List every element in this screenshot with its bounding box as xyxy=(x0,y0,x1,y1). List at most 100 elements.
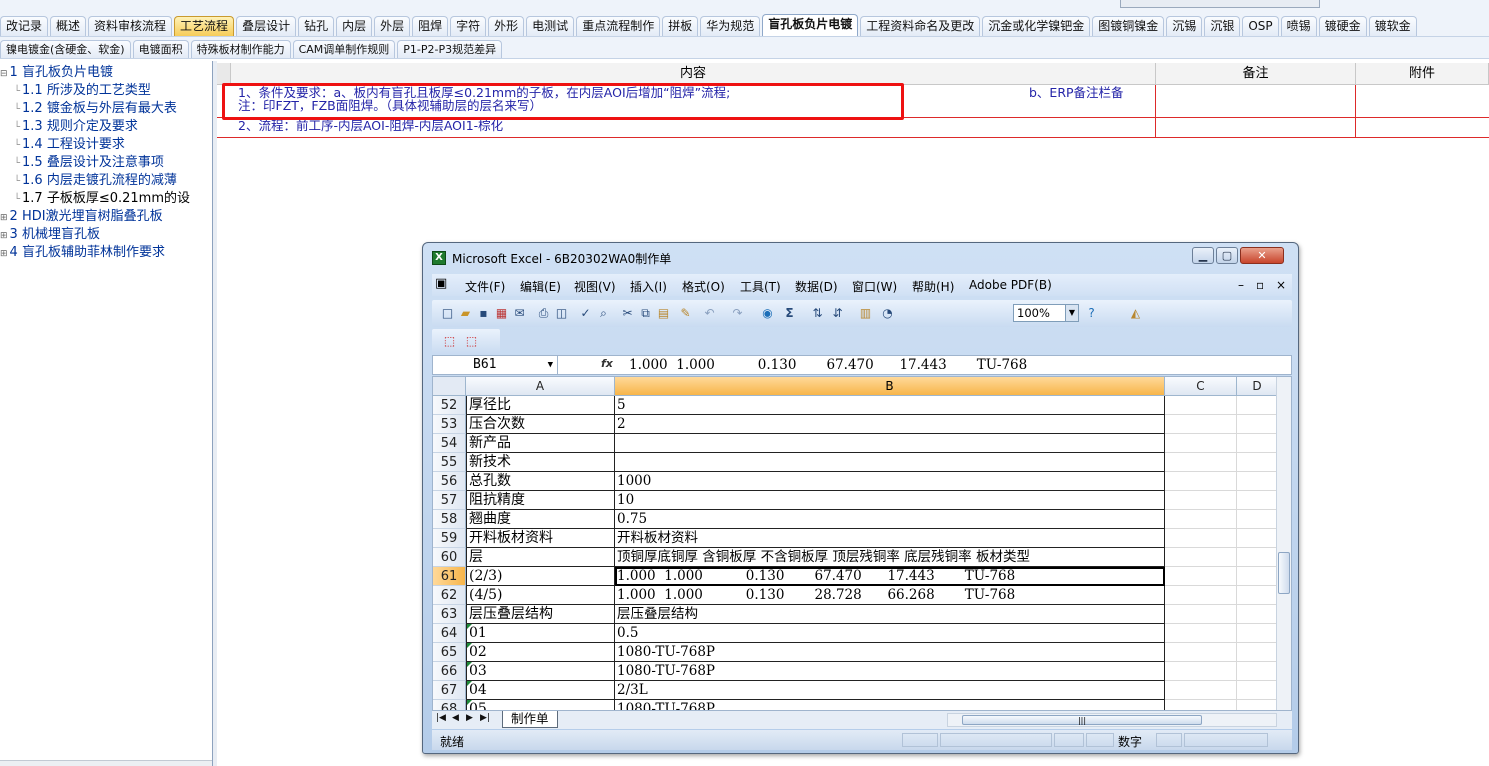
cell-a[interactable]: 03 xyxy=(466,662,615,681)
tree-subitem[interactable]: └ 1.2 镀金板与外层有最大表 xyxy=(14,100,177,118)
fx-icon[interactable]: fx xyxy=(601,357,613,370)
row-header[interactable]: 61 xyxy=(433,567,466,586)
grid-cell-remark[interactable] xyxy=(1156,118,1356,137)
email-icon[interactable]: ✉ xyxy=(512,306,527,321)
cell-b[interactable] xyxy=(615,434,1165,453)
tree-item[interactable]: ⊞ 3 机械埋盲孔板 xyxy=(0,226,100,244)
cell-a[interactable]: 阻抗精度 xyxy=(466,491,615,510)
doc-restore-icon[interactable]: ▫ xyxy=(1256,278,1264,292)
cell-d[interactable] xyxy=(1237,510,1278,529)
copy-icon[interactable]: ⧉ xyxy=(638,306,653,321)
cell-d[interactable] xyxy=(1237,415,1278,434)
cell-b[interactable]: 1080-TU-768P xyxy=(615,700,1165,710)
cell-a[interactable]: 05 xyxy=(466,700,615,710)
category-tab[interactable]: 沉锡 xyxy=(1166,16,1203,36)
category-tab[interactable]: 沉金或化学镍钯金 xyxy=(982,16,1091,36)
tree-subitem[interactable]: └ 1.6 内层走镀孔流程的减薄 xyxy=(14,172,177,190)
grid-row[interactable]: 2、流程：前工序-内层AOI-阻焊-内层AOI1-棕化 xyxy=(217,118,1489,138)
cell-c[interactable] xyxy=(1165,434,1237,453)
category-tab[interactable]: 钻孔 xyxy=(298,16,335,36)
cell-d[interactable] xyxy=(1237,529,1278,548)
category-tab[interactable]: 盲孔板负片电镀 xyxy=(762,14,859,36)
row-header[interactable]: 59 xyxy=(433,529,466,548)
scroll-thumb[interactable] xyxy=(1278,552,1290,594)
cell-c[interactable] xyxy=(1165,624,1237,643)
cell-c[interactable] xyxy=(1165,453,1237,472)
row-header[interactable]: 55 xyxy=(433,453,466,472)
zoom-select[interactable]: 100% ▼ xyxy=(1013,304,1079,322)
cell-a[interactable]: 压合次数 xyxy=(466,415,615,434)
excel-title-bar[interactable]: X Microsoft Excel - 6B20302WA0制作单 ▁ ▢ ✕ xyxy=(423,243,1298,271)
cell-d[interactable] xyxy=(1237,586,1278,605)
category-tab[interactable]: 特殊板材制作能力 xyxy=(190,40,291,58)
doc-close-icon[interactable]: × xyxy=(1276,278,1286,292)
menu-edit[interactable]: 编辑(E) xyxy=(520,278,561,295)
category-tab[interactable]: 电测试 xyxy=(526,16,575,36)
cell-a[interactable]: 层 xyxy=(466,548,615,567)
row-header[interactable]: 62 xyxy=(433,586,466,605)
expand-icon[interactable]: ⊞ xyxy=(0,231,8,241)
save-icon[interactable]: ▪ xyxy=(476,306,491,321)
cell-c[interactable] xyxy=(1165,700,1237,710)
cell-a[interactable]: 总孔数 xyxy=(466,472,615,491)
top-control-stub[interactable] xyxy=(1120,0,1320,8)
column-header-a[interactable]: A xyxy=(466,377,615,396)
undo-icon[interactable]: ↶ xyxy=(702,306,717,321)
grid-cell-attachment[interactable] xyxy=(1356,118,1489,137)
cell-a[interactable]: 开料板材资料 xyxy=(466,529,615,548)
cell-b[interactable]: 开料板材资料 xyxy=(615,529,1165,548)
cell-d[interactable] xyxy=(1237,491,1278,510)
minimize-button[interactable]: ▁ xyxy=(1192,247,1214,264)
grid-cell-content[interactable]: 2、流程：前工序-内层AOI-阻焊-内层AOI1-棕化 xyxy=(234,118,1156,137)
pdf-convert-icon[interactable]: ⬚ xyxy=(442,334,457,349)
column-header-c[interactable]: C xyxy=(1165,377,1237,396)
print-icon[interactable]: ⎙ xyxy=(536,306,551,321)
next-sheet-icon[interactable]: ▶ xyxy=(466,713,473,723)
formula-input[interactable]: 1.000 1.000 0.130 67.470 17.443 TU-768 xyxy=(629,356,1027,374)
grid-cell-remark[interactable] xyxy=(1156,85,1356,117)
cell-d[interactable] xyxy=(1237,567,1278,586)
grid-header-content[interactable]: 内容 xyxy=(231,63,1156,85)
category-tab[interactable]: 叠层设计 xyxy=(236,16,297,36)
tree-subitem[interactable]: └ 1.1 所涉及的工艺类型 xyxy=(14,82,151,100)
category-tab[interactable]: 华为规范 xyxy=(700,16,761,36)
category-tab[interactable]: 外形 xyxy=(488,16,525,36)
row-header[interactable]: 52 xyxy=(433,396,466,415)
row-header[interactable]: 63 xyxy=(433,605,466,624)
cell-c[interactable] xyxy=(1165,681,1237,700)
menu-adobe-pdf[interactable]: Adobe PDF(B) xyxy=(969,278,1052,292)
cell-a[interactable]: 厚径比 xyxy=(466,396,615,415)
research-icon[interactable]: ⌕ xyxy=(596,306,611,321)
cell-b[interactable]: 10 xyxy=(615,491,1165,510)
cell-b[interactable]: 顶铜厚底铜厚 含铜板厚 不含铜板厚 顶层残铜率 底层残铜率 板材类型 xyxy=(615,548,1165,567)
cell-a[interactable]: 新产品 xyxy=(466,434,615,453)
doc-minimize-icon[interactable]: – xyxy=(1238,278,1244,292)
grid-header-remark[interactable]: 备注 xyxy=(1156,63,1356,85)
cell-b[interactable]: 层压叠层结构 xyxy=(615,605,1165,624)
row-header[interactable]: 64 xyxy=(433,624,466,643)
category-tab[interactable]: 镍电镀金(含硬金、软金) xyxy=(0,40,131,58)
category-tab[interactable]: 外层 xyxy=(374,16,411,36)
category-tab[interactable]: 图镀铜镍金 xyxy=(1092,16,1165,36)
cell-a[interactable]: (2/3) xyxy=(466,567,615,586)
cell-c[interactable] xyxy=(1165,529,1237,548)
category-tab[interactable]: 概述 xyxy=(50,16,87,36)
paste-icon[interactable]: ▤ xyxy=(656,306,671,321)
tree-item[interactable]: ⊞ 4 盲孔板辅助菲林制作要求 xyxy=(0,244,165,262)
tree-item[interactable]: ⊟ 1 盲孔板负片电镀 xyxy=(0,64,113,82)
row-header[interactable]: 66 xyxy=(433,662,466,681)
pdf-email-icon[interactable]: ⬚ xyxy=(464,334,479,349)
category-tab[interactable]: 喷锡 xyxy=(1280,16,1317,36)
category-tab[interactable]: 内层 xyxy=(336,16,373,36)
row-header[interactable]: 65 xyxy=(433,643,466,662)
menu-window[interactable]: 窗口(W) xyxy=(852,278,897,295)
select-all-corner[interactable] xyxy=(433,377,466,396)
name-box[interactable]: B61 ▼ xyxy=(433,356,558,374)
cell-a[interactable]: 02 xyxy=(466,643,615,662)
spelling-icon[interactable]: ✓ xyxy=(578,306,593,321)
cell-d[interactable] xyxy=(1237,396,1278,415)
print-preview-icon[interactable]: ◫ xyxy=(554,306,569,321)
cell-a[interactable]: 01 xyxy=(466,624,615,643)
maximize-button[interactable]: ▢ xyxy=(1216,247,1238,264)
cell-c[interactable] xyxy=(1165,586,1237,605)
